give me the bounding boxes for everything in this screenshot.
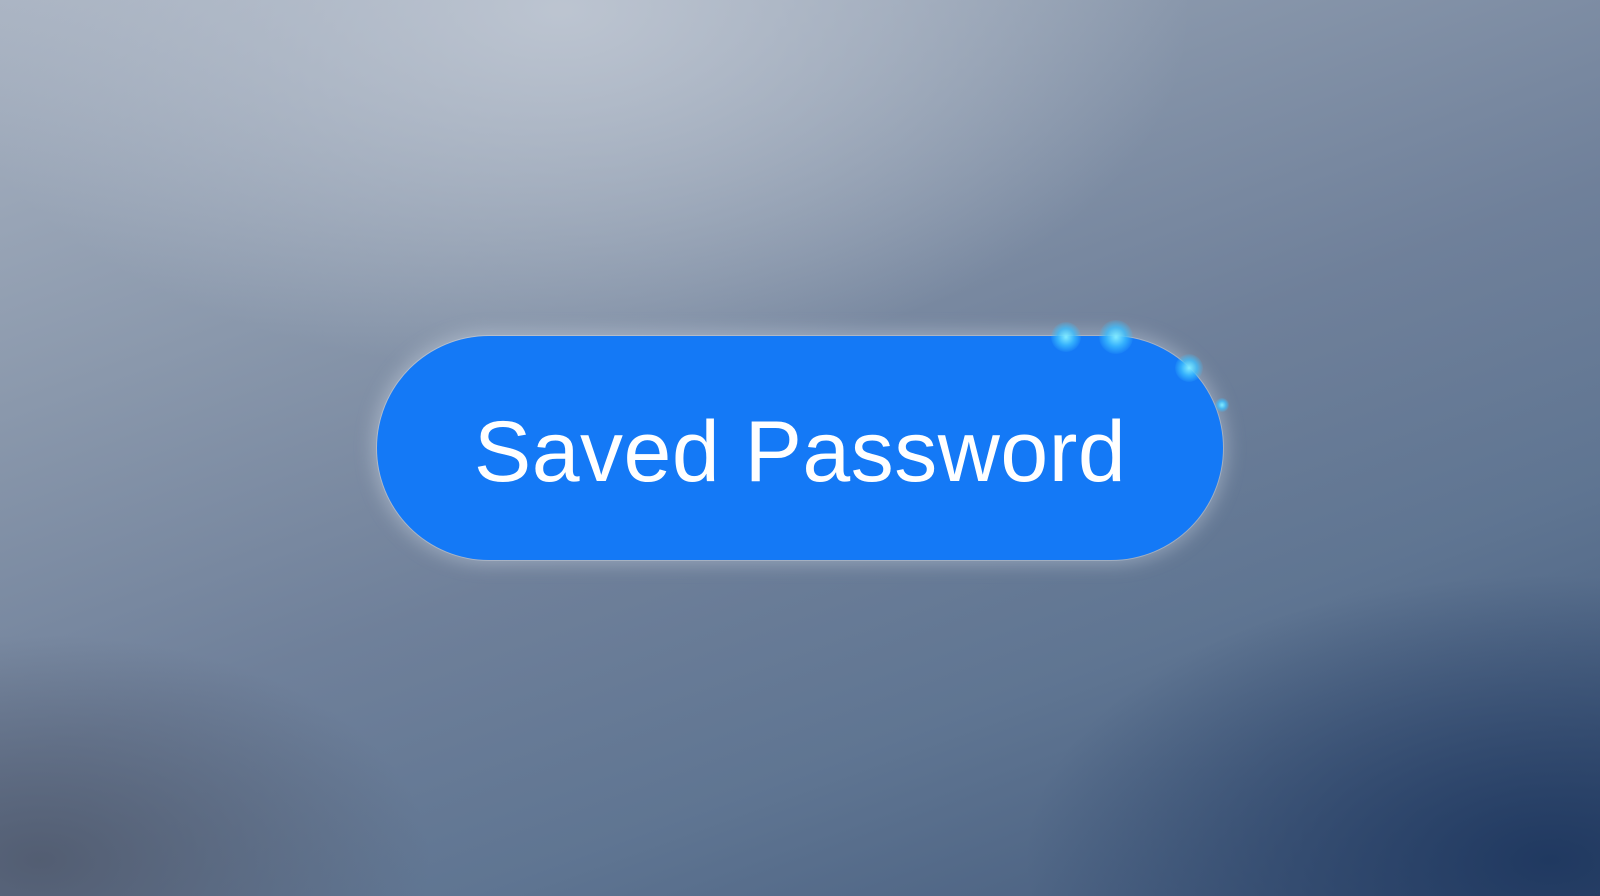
sparkle-icon — [1215, 398, 1229, 412]
saved-password-button[interactable]: Saved Password — [377, 336, 1223, 560]
sparkle-icon — [1099, 320, 1133, 354]
sparkle-icon — [1051, 322, 1081, 352]
saved-password-button-wrapper: Saved Password — [377, 320, 1229, 560]
sparkle-icon — [1175, 354, 1203, 382]
saved-password-label: Saved Password — [473, 404, 1127, 500]
